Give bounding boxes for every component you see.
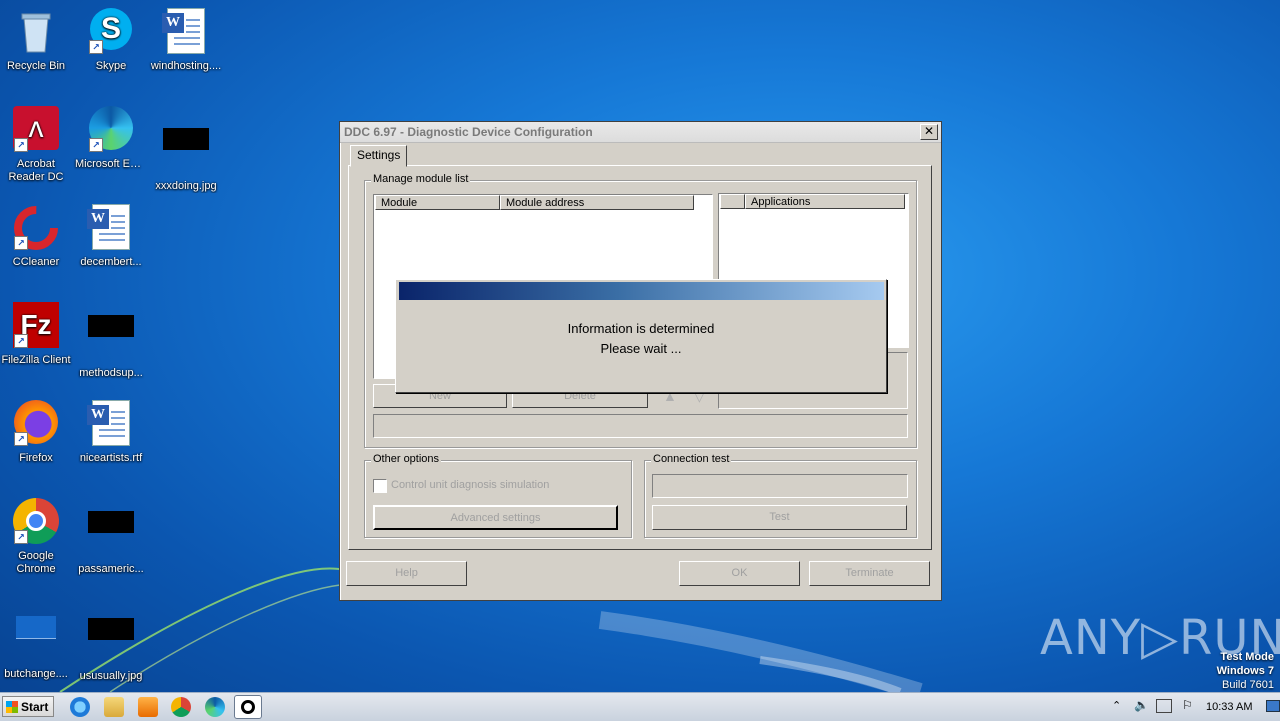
simulation-checkbox[interactable] [373,479,387,493]
show-desktop-icon[interactable] [1266,700,1280,712]
status-field [373,414,908,438]
shortcut-arrow-icon: ↗ [14,530,28,544]
edge-icon: ↗ [87,106,135,154]
close-icon[interactable]: ✕ [920,124,938,140]
desktop-icon-label: butchange.... [4,668,68,680]
window-titlebar[interactable]: DDC 6.97 - Diagnostic Device Configurati… [340,122,941,143]
edge-taskbar-icon[interactable] [205,697,225,717]
start-label: Start [21,700,49,714]
skype-icon: S ↗ [87,8,135,56]
media-player-icon[interactable] [138,697,158,717]
desktop-icon-label: Firefox [19,452,53,464]
file-icon [12,616,60,664]
start-button[interactable]: Start [2,696,54,717]
recycle-bin-icon [12,8,60,56]
test-mode-watermark: Test Mode Windows 7 Build 7601 [1217,650,1274,692]
watermark-line: Windows 7 [1216,665,1274,677]
connection-status-field [652,474,908,498]
help-button[interactable]: Help [346,561,467,586]
desktop-icon-label: Skype [95,60,127,72]
simulation-checkbox-label: Control unit diagnosis simulation [391,479,550,491]
ok-button[interactable]: OK [679,561,800,586]
watermark-line: Build 7601 [1222,679,1274,691]
desktop-icon-label: passameric... [78,563,144,575]
ddc-app-taskbar-icon[interactable] [234,695,262,719]
dialog-titlebar [399,282,884,300]
taskbar: Start ⌃ 🔈 ⚐ 10:33 AM [0,692,1280,721]
dialog-message-line1: Information is determined [567,321,715,336]
desktop-icon-passameric[interactable]: passameric... [73,498,149,576]
test-button[interactable]: Test [652,505,907,530]
desktop-icon-edge[interactable]: ↗ Microsoft Edge [73,106,149,171]
group-label: Connection test [651,453,732,465]
dialog-message-line2: Please wait ... [600,341,682,356]
chrome-icon: ↗ [12,498,60,546]
shortcut-arrow-icon: ↗ [89,40,103,54]
group-label: Other options [371,453,442,465]
shortcut-arrow-icon: ↗ [89,138,103,152]
desktop-icon-label: ususually.jpg [79,670,143,682]
filezilla-icon: Fz ↗ [12,302,60,350]
desktop-icon-butchange[interactable]: butchange.... [0,596,74,681]
group-label: Manage module list [371,173,471,185]
shortcut-arrow-icon: ↗ [14,334,28,348]
word-document-icon: W [87,204,135,252]
desktop-icon-xxxdoing[interactable]: xxxdoing.jpg [148,106,224,193]
action-center-flag-icon[interactable]: ⚐ [1182,698,1193,712]
volume-icon[interactable]: 🔈 [1134,698,1149,712]
clock[interactable]: 10:33 AM [1206,701,1252,713]
word-document-icon: W [87,400,135,448]
image-thumbnail-icon [87,511,135,559]
chrome-taskbar-icon[interactable] [171,697,191,717]
shortcut-arrow-icon: ↗ [14,138,28,152]
image-thumbnail-icon [87,315,135,363]
desktop-icon-label: CCleaner [12,256,60,268]
word-document-icon: W [162,8,210,56]
desktop-icon-chrome[interactable]: ↗ Google Chrome [0,498,74,576]
watermark-line: Test Mode [1220,651,1274,663]
ccleaner-icon: ↗ [12,204,60,252]
desktop-icon-label: Recycle Bin [6,60,66,72]
column-header-module-address[interactable]: Module address [500,195,694,210]
internet-explorer-icon[interactable] [70,697,90,717]
desktop-icon-label: decembert... [80,256,142,268]
desktop-icon-niceartists[interactable]: W niceartists.rtf [73,400,149,465]
windows-logo-icon [6,701,18,713]
desktop-icon-label: methodsup... [79,367,143,379]
desktop-icon-decembert[interactable]: W decembert... [73,204,149,269]
column-header-blank [720,194,745,209]
desktop-icon-ccleaner[interactable]: ↗ CCleaner [0,204,74,269]
desktop-icon-acrobat[interactable]: ᴧ ↗ Acrobat Reader DC [0,106,74,184]
desktop-icon-windhosting[interactable]: W windhosting.... [148,8,224,73]
shortcut-arrow-icon: ↗ [14,236,28,250]
desktop-icon-skype[interactable]: S ↗ Skype [73,8,149,73]
desktop-icon-label: windhosting.... [150,60,222,72]
firefox-icon: ↗ [12,400,60,448]
explorer-folder-icon[interactable] [104,697,124,717]
desktop-icon-label: xxxdoing.jpg [155,180,217,192]
wait-dialog: Information is determined Please wait ..… [395,279,887,393]
show-hidden-icons-icon[interactable]: ⌃ [1112,699,1121,712]
desktop-icon-label: niceartists.rtf [79,452,143,464]
advanced-settings-button[interactable]: Advanced settings [373,505,618,530]
desktop-icon-label: Google Chrome [16,550,56,575]
column-header-module[interactable]: Module [375,195,500,210]
image-thumbnail-icon [162,128,210,176]
desktop-icon-methodsup[interactable]: methodsup... [73,302,149,380]
desktop-icon-filezilla[interactable]: Fz ↗ FileZilla Client [0,302,74,367]
image-thumbnail-icon [87,618,135,666]
network-icon[interactable] [1156,699,1172,713]
shortcut-arrow-icon: ↗ [14,432,28,446]
column-header-applications[interactable]: Applications [745,194,905,209]
desktop-icon-label: Acrobat Reader DC [8,158,64,183]
window-title: DDC 6.97 - Diagnostic Device Configurati… [344,125,593,139]
desktop-icon-label: FileZilla Client [1,354,71,366]
desktop-icon-recycle-bin[interactable]: Recycle Bin [0,8,74,73]
desktop-icon-label: Microsoft Edge [75,158,149,170]
acrobat-icon: ᴧ ↗ [12,106,60,154]
desktop-icon-ususually[interactable]: ususually.jpg [73,596,149,683]
desktop-icon-firefox[interactable]: ↗ Firefox [0,400,74,465]
terminate-button[interactable]: Terminate [809,561,930,586]
tab-settings[interactable]: Settings [350,145,408,167]
